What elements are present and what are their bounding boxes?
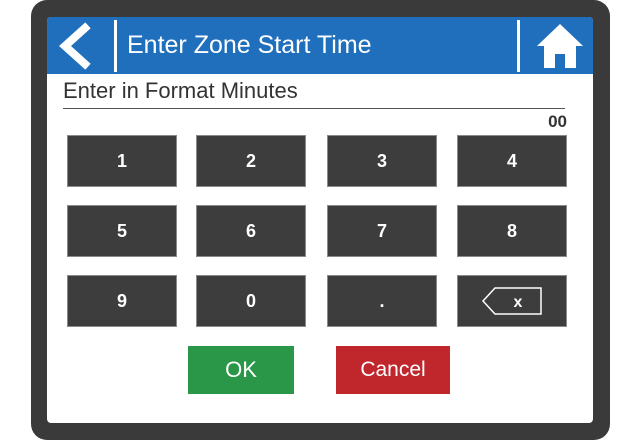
key-8[interactable]: 8: [457, 205, 567, 257]
device-screen: Enter Zone Start Time Enter in Format Mi…: [47, 17, 593, 423]
key-1[interactable]: 1: [67, 135, 177, 187]
entry-format-label: Enter in Format Minutes: [63, 78, 298, 103]
entry-value-display: 00: [548, 112, 567, 131]
key-2[interactable]: 2: [196, 135, 306, 187]
backspace-label: x: [514, 294, 523, 311]
key-3[interactable]: 3: [327, 135, 437, 187]
ok-button[interactable]: OK: [188, 346, 294, 394]
header-bar: Enter Zone Start Time: [47, 17, 593, 74]
entry-underline: [63, 108, 565, 109]
cancel-button[interactable]: Cancel: [336, 346, 450, 394]
home-icon: [537, 24, 583, 68]
back-button[interactable]: [53, 22, 101, 70]
key-decimal[interactable]: .: [327, 275, 437, 327]
header-divider: [517, 20, 520, 72]
key-6[interactable]: 6: [196, 205, 306, 257]
key-9[interactable]: 9: [67, 275, 177, 327]
key-7[interactable]: 7: [327, 205, 437, 257]
backspace-icon: x: [481, 287, 542, 315]
key-4[interactable]: 4: [457, 135, 567, 187]
key-0[interactable]: 0: [196, 275, 306, 327]
page-title: Enter Zone Start Time: [127, 31, 372, 59]
backspace-key[interactable]: x: [457, 275, 567, 327]
header-divider: [114, 20, 117, 72]
key-5[interactable]: 5: [67, 205, 177, 257]
home-button[interactable]: [534, 21, 586, 71]
chevron-left-icon: [59, 22, 91, 70]
